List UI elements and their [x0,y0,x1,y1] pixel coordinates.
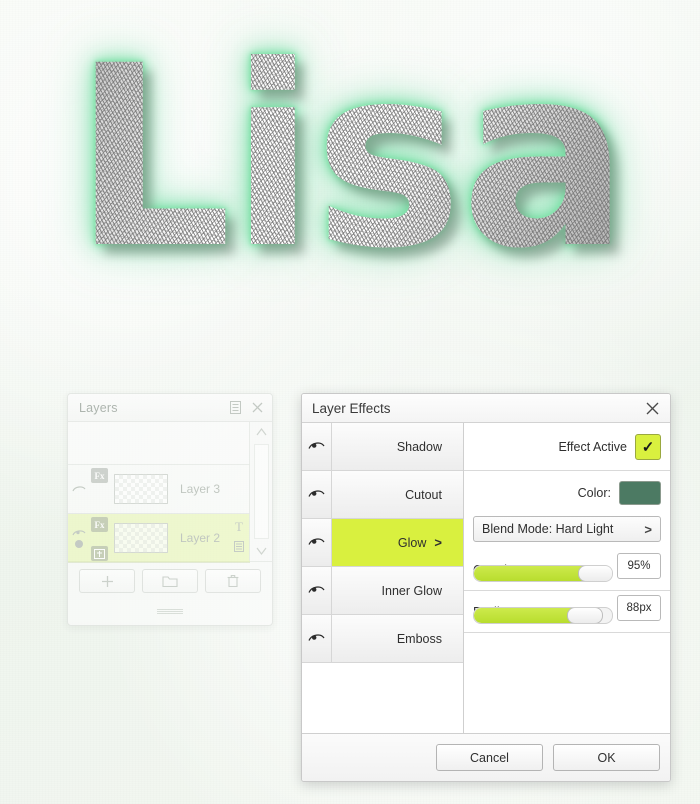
effect-visibility-toggle[interactable] [302,519,332,566]
effect-active-row[interactable]: Effect Active ✓ [464,423,670,471]
radius-slider-block: Radius 88px [464,591,670,633]
effect-label-cutout[interactable]: Cutout [332,471,463,518]
layer-options-icon[interactable] [234,539,244,557]
delete-layer-button[interactable] [204,569,261,593]
chevron-right-icon: > [644,521,652,537]
radius-slider-handle[interactable] [567,608,604,623]
canvas-artwork: Lisa Lisa Lisa [0,0,700,360]
effect-visibility-toggle[interactable] [302,423,332,470]
dialog-title: Layer Effects [312,400,391,416]
eye-icon[interactable] [308,534,325,552]
eye-icon[interactable] [308,582,325,600]
layer-visibility-column[interactable] [68,485,90,493]
scrollbar-thumb[interactable] [253,444,269,539]
chevron-right-icon: > [434,535,442,550]
list-item[interactable]: Fx Layer 3 [68,465,250,514]
opacity-slider-handle[interactable] [578,566,612,581]
dialog-body: Shadow Cutout Glow > Inner Glow Emboss E… [302,423,670,733]
effect-label-text: Shadow [396,439,442,454]
dialog-titlebar: Layer Effects [302,394,670,423]
close-icon[interactable] [642,398,662,418]
list-icon[interactable] [224,397,246,419]
close-icon[interactable] [246,397,268,419]
fx-badge-icon[interactable]: Fx [91,468,108,483]
fx-badge-icon[interactable]: Fx [91,517,108,532]
dialog-footer: Cancel OK [302,733,670,781]
panel-resize-grip[interactable] [68,600,272,622]
add-layer-button[interactable] [79,569,136,593]
opacity-value[interactable]: 95% [617,553,661,579]
layers-rows: Fx Layer 3 Fx Layer 2 T [68,422,250,563]
color-swatch[interactable] [619,481,661,505]
effect-label-inner-glow[interactable]: Inner Glow [332,567,463,614]
effect-active-label: Effect Active [558,439,627,454]
eye-icon[interactable] [72,485,86,493]
settings-panel-filler [464,633,670,733]
color-label: Color: [577,486,611,500]
layer-fx-column[interactable]: Fx [90,514,112,562]
effect-label-emboss[interactable]: Emboss [332,615,463,662]
layers-empty-row [68,422,250,465]
layer-visibility-column[interactable] [68,529,90,548]
eye-icon[interactable] [308,486,325,504]
layers-panel-titlebar: Layers [68,394,272,422]
opacity-slider-fill [474,566,596,581]
effect-active-checkbox[interactable]: ✓ [635,433,661,460]
blend-mode-label: Blend Mode: Hard Light [482,522,614,536]
group-layers-button[interactable] [141,569,198,593]
layers-panel-title: Layers [79,400,118,415]
chevron-down-icon[interactable] [251,541,271,561]
effect-visibility-toggle[interactable] [302,615,332,662]
effect-row-emboss[interactable]: Emboss [302,615,463,663]
eye-icon[interactable] [308,630,325,648]
layer-thumbnail[interactable] [114,523,168,553]
effect-label-text: Emboss [396,631,442,646]
effects-list-filler [302,663,463,733]
color-row[interactable]: Color: [464,471,670,515]
radius-value[interactable]: 88px [617,595,661,621]
effects-list: Shadow Cutout Glow > Inner Glow Emboss [302,423,464,733]
effect-label-text: Cutout [405,487,442,502]
layer-fx-column[interactable]: Fx [90,465,112,513]
effect-row-inner-glow[interactable]: Inner Glow [302,567,463,615]
layers-list-body: Fx Layer 3 Fx Layer 2 T [68,422,272,563]
opacity-slider[interactable] [473,565,613,582]
blend-mode-select[interactable]: Blend Mode: Hard Light > [473,516,661,542]
effect-label-shadow[interactable]: Shadow [332,423,463,470]
layers-panel[interactable]: Layers Fx Layer 3 Fx Layer 2 T [67,393,273,626]
layer-name[interactable]: Layer 2 [168,531,228,545]
layer-thumbnail[interactable] [114,474,168,504]
effect-row-cutout[interactable]: Cutout [302,471,463,519]
cancel-button[interactable]: Cancel [436,744,543,771]
eye-icon[interactable] [72,529,86,537]
effect-visibility-toggle[interactable] [302,567,332,614]
layer-mask-icon[interactable] [91,546,108,561]
effect-settings-panel: Effect Active ✓ Color: Blend Mode: Hard … [464,423,670,733]
effect-label-text: Inner Glow [381,583,442,598]
eye-icon[interactable] [308,438,325,456]
effect-label-glow[interactable]: Glow > [332,519,463,566]
effect-row-shadow[interactable]: Shadow [302,423,463,471]
effect-visibility-toggle[interactable] [302,471,332,518]
layers-panel-footer [68,561,272,600]
list-item[interactable]: Fx Layer 2 T [68,514,250,563]
layer-extra-column: T [228,519,250,557]
text-layer-icon[interactable]: T [235,519,243,535]
effect-row-glow[interactable]: Glow > [302,519,463,567]
chevron-up-icon[interactable] [251,422,271,442]
radius-slider[interactable] [473,607,613,624]
layer-effects-dialog[interactable]: Layer Effects Shadow Cutout Glow > Inner… [301,393,671,782]
artwork-text-group: Lisa Lisa Lisa [0,18,700,318]
layers-scrollbar[interactable] [249,422,272,561]
opacity-slider-block: Opacity 95% [464,549,670,591]
ok-button[interactable]: OK [553,744,660,771]
artwork-text-face: Lisa [0,18,700,298]
effect-label-text: Glow [397,535,427,550]
layer-name[interactable]: Layer 3 [168,482,228,496]
layer-mask-dot-icon[interactable] [75,539,83,548]
